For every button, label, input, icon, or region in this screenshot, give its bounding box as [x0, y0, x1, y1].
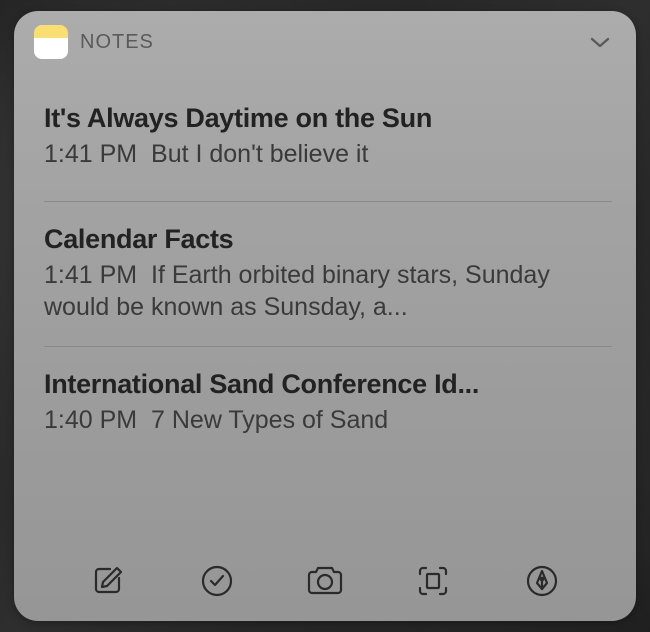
note-time: 1:40 PM — [44, 406, 137, 434]
note-title: It's Always Daytime on the Sun — [44, 103, 606, 134]
note-title: Calendar Facts — [44, 224, 606, 255]
note-item[interactable]: It's Always Daytime on the Sun 1:41 PM B… — [14, 79, 636, 201]
camera-button[interactable] — [305, 561, 345, 601]
compose-icon — [90, 563, 126, 599]
notes-list: It's Always Daytime on the Sun 1:41 PM B… — [14, 67, 636, 553]
chevron-down-icon[interactable] — [590, 36, 616, 48]
widget-title[interactable]: NOTES — [80, 31, 578, 54]
notes-app-icon[interactable] — [34, 25, 68, 59]
note-subtitle: 1:40 PM 7 New Types of Sand — [44, 404, 606, 437]
note-subtitle: 1:41 PM But I don't believe it — [44, 138, 606, 171]
toolbar — [14, 553, 636, 621]
note-time: 1:41 PM — [44, 140, 137, 168]
note-title: International Sand Conference Id... — [44, 369, 606, 400]
scan-document-button[interactable] — [413, 561, 453, 601]
check-circle-icon — [199, 563, 235, 599]
draw-button[interactable] — [522, 561, 562, 601]
note-item[interactable]: Calendar Facts 1:41 PM If Earth orbited … — [14, 202, 636, 346]
note-subtitle: 1:41 PM If Earth orbited binary stars, S… — [44, 259, 606, 324]
note-preview: But I don't believe it — [151, 140, 368, 168]
compose-button[interactable] — [88, 561, 128, 601]
note-preview: 7 New Types of Sand — [151, 406, 388, 434]
checklist-button[interactable] — [197, 561, 237, 601]
widget-header: NOTES — [14, 11, 636, 67]
notes-widget: NOTES It's Always Daytime on the Sun 1:4… — [14, 11, 636, 621]
pen-tip-icon — [524, 563, 560, 599]
camera-icon — [304, 563, 346, 599]
note-time: 1:41 PM — [44, 261, 137, 289]
note-item[interactable]: International Sand Conference Id... 1:40… — [14, 347, 636, 459]
scan-document-icon — [415, 563, 451, 599]
